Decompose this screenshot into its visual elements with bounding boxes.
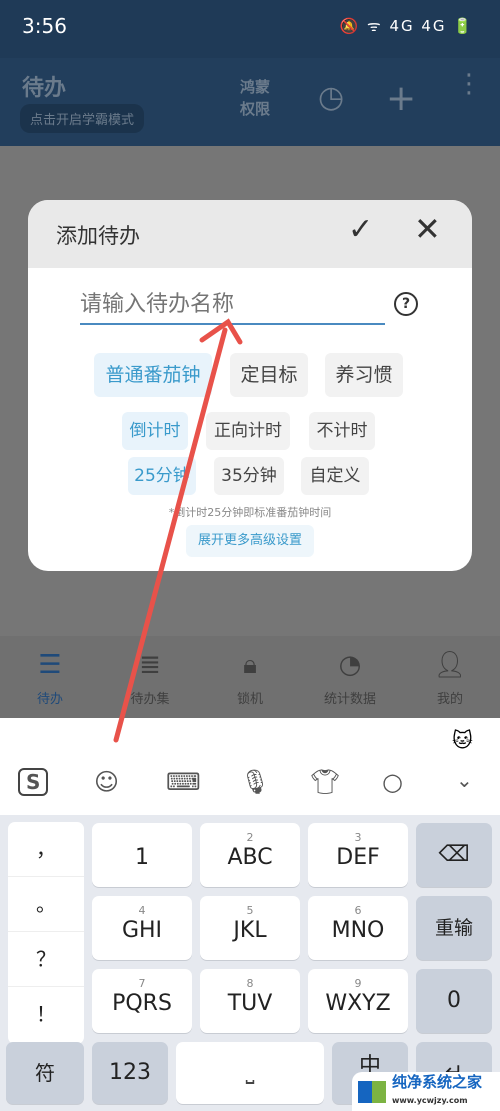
type-habit[interactable]: 养习惯: [325, 353, 403, 397]
add-todo-dialog: 添加待办 ✓ ✕ ? 普通番茄钟 定目标 养习惯 倒计时 正向计时 不计时 25…: [28, 200, 472, 571]
key-sub: [92, 831, 192, 845]
key-sub: 4: [138, 904, 146, 917]
key-sub: 3: [354, 831, 362, 844]
nav-label: 待办集: [130, 692, 170, 707]
microphone-icon[interactable]: 🎙︎: [240, 768, 270, 796]
collection-icon: ≣: [139, 650, 161, 680]
key-main: ABC: [227, 845, 273, 870]
key-main: GHI: [121, 918, 163, 943]
symbol-key[interactable]: 符: [6, 1042, 84, 1104]
search-icon[interactable]: ○: [382, 768, 403, 796]
list-icon: ☰: [38, 650, 62, 680]
key-sub: 5: [246, 904, 254, 917]
key-main: DEF: [336, 845, 380, 870]
key-comma[interactable]: ，: [8, 822, 84, 877]
key-main: WXYZ: [325, 991, 391, 1016]
person-icon: 👤︎: [433, 650, 467, 680]
nav-me[interactable]: 👤︎ 我的: [400, 636, 500, 718]
key-sub: 7: [138, 977, 146, 990]
watermark-text: 纯净系统之家 www.ycwjzy.com: [392, 1074, 482, 1109]
type-goal[interactable]: 定目标: [230, 353, 308, 397]
duration-custom[interactable]: 自定义: [301, 457, 369, 495]
key-main: 1: [135, 845, 149, 870]
key-sub: 9: [354, 977, 362, 990]
clock-icon[interactable]: ◷: [318, 80, 344, 115]
mode-notimer[interactable]: 不计时: [309, 412, 375, 450]
nav-label: 锁机: [236, 692, 263, 707]
key-3[interactable]: 3 DEF: [308, 823, 408, 887]
key-period[interactable]: 。: [8, 877, 84, 932]
key-sub: 8: [246, 977, 254, 990]
key-main: TUV: [227, 991, 273, 1016]
watermark: 纯净系统之家 www.ycwjzy.com: [352, 1072, 500, 1111]
nav-label: 待办: [36, 692, 63, 707]
duration-25[interactable]: 25分钟: [128, 457, 196, 495]
collapse-icon[interactable]: ⌄: [456, 768, 473, 792]
nav-collection[interactable]: ≣ 待办集: [100, 636, 200, 718]
nav-label: 统计数据: [323, 692, 376, 707]
status-bar: 3:56 🔕 ᯤ 4G 4G 🔋: [0, 0, 500, 58]
nav-lock[interactable]: 🔒︎ 锁机: [200, 636, 300, 718]
mascot-icon[interactable]: 🐱: [452, 728, 473, 752]
app-bar: 待办 点击开启学霸模式 鸿蒙 权限 ◷ + ⋮: [0, 58, 500, 146]
lock-icon: 🔒︎: [243, 650, 257, 680]
key-4[interactable]: 4 GHI: [92, 896, 192, 960]
punctuation-column: ， 。 ？ ！: [8, 822, 84, 1044]
mode-countdown[interactable]: 倒计时: [122, 412, 188, 450]
bottom-nav: ☰ 待办 ≣ 待办集 🔒︎ 锁机 ◔ 统计数据 👤︎ 我的: [0, 636, 500, 718]
permission-button[interactable]: 鸿蒙 权限: [240, 76, 280, 120]
mode-countup[interactable]: 正向计时: [206, 412, 290, 450]
key-main: MNO: [331, 918, 385, 943]
backspace-icon: ⌫: [438, 842, 470, 867]
keyboard: 🐱 S ☺ ⌨ 🎙︎ 👕︎ ○ ⌄ ， 。 ？ ！ 1 2 ABC 3 DEF 4G…: [0, 718, 500, 1111]
numeric-key[interactable]: 123: [92, 1042, 168, 1104]
space-key[interactable]: ⎵: [176, 1042, 324, 1104]
skin-icon[interactable]: 👕︎: [310, 768, 340, 796]
nav-todo[interactable]: ☰ 待办: [0, 636, 100, 718]
keyboard-icon[interactable]: ⌨: [166, 768, 201, 796]
hint-text: *倒计时25分钟即标准番茄钟时间: [168, 506, 332, 519]
keyboard-toolbar: 🐱 S ☺ ⌨ 🎙︎ 👕︎ ○ ⌄: [0, 718, 500, 815]
key-main: JKL: [233, 918, 267, 943]
key-9[interactable]: 9 WXYZ: [308, 969, 408, 1033]
page-title: 待办: [22, 76, 67, 101]
watermark-logo-icon: [358, 1080, 386, 1103]
key-6[interactable]: 6 MNO: [308, 896, 408, 960]
key-exclaim[interactable]: ！: [8, 987, 84, 1042]
key-5[interactable]: 5 JKL: [200, 896, 300, 960]
nav-stats[interactable]: ◔ 统计数据: [300, 636, 400, 718]
zero-key[interactable]: 0: [416, 969, 492, 1033]
type-pomodoro[interactable]: 普通番茄钟: [94, 353, 212, 397]
emoji-icon[interactable]: ☺: [94, 768, 119, 796]
key-main: PQRS: [112, 991, 172, 1016]
backspace-key[interactable]: ⌫: [416, 823, 492, 887]
sogou-logo-icon[interactable]: S: [18, 768, 49, 796]
confirm-icon[interactable]: ✓: [348, 212, 373, 247]
watermark-url: www.ycwjzy.com: [392, 1096, 468, 1105]
key-7[interactable]: 7 PQRS: [92, 969, 192, 1033]
study-mode-button[interactable]: 点击开启学霸模式: [20, 104, 145, 133]
key-sub: 2: [246, 831, 254, 844]
help-icon[interactable]: ?: [394, 292, 418, 316]
duration-35[interactable]: 35分钟: [214, 457, 284, 495]
key-8[interactable]: 8 TUV: [200, 969, 300, 1033]
key-1[interactable]: 1: [92, 823, 192, 887]
key-sub: 6: [354, 904, 362, 917]
dialog-title: 添加待办: [56, 224, 140, 248]
advanced-settings-button[interactable]: 展开更多高级设置: [186, 525, 314, 557]
nav-label: 我的: [436, 692, 463, 707]
status-icons: 🔕 ᯤ 4G 4G 🔋: [339, 17, 474, 35]
reset-key[interactable]: 重输: [416, 896, 492, 960]
more-icon[interactable]: ⋮: [456, 71, 482, 97]
todo-name-input[interactable]: [80, 292, 385, 325]
key-2[interactable]: 2 ABC: [200, 823, 300, 887]
pie-chart-icon: ◔: [338, 650, 362, 680]
close-icon[interactable]: ✕: [414, 210, 441, 248]
key-question[interactable]: ？: [8, 932, 84, 987]
watermark-title: 纯净系统之家: [392, 1073, 483, 1091]
add-icon[interactable]: +: [386, 78, 416, 119]
dialog-header: 添加待办 ✓ ✕: [28, 200, 472, 268]
clock: 3:56: [22, 14, 67, 38]
